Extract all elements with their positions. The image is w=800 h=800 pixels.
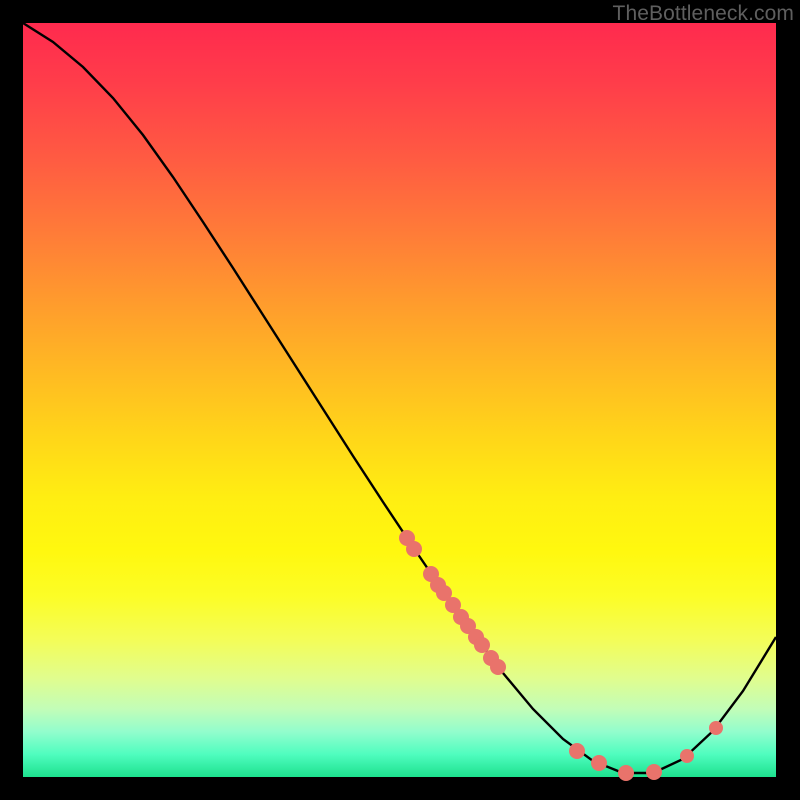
data-marker [474,637,490,653]
data-marker [490,659,506,675]
watermark-label: TheBottleneck.com [613,2,794,26]
data-marker [709,721,723,735]
curve-layer [23,23,776,773]
data-marker [406,541,422,557]
data-marker [618,765,634,781]
data-marker [680,749,694,763]
chart-svg [23,23,776,777]
marker-layer [399,530,723,781]
data-marker [591,755,607,771]
data-marker [569,743,585,759]
data-marker [646,764,662,780]
chart-frame [23,23,776,777]
bottleneck-curve [23,23,776,773]
